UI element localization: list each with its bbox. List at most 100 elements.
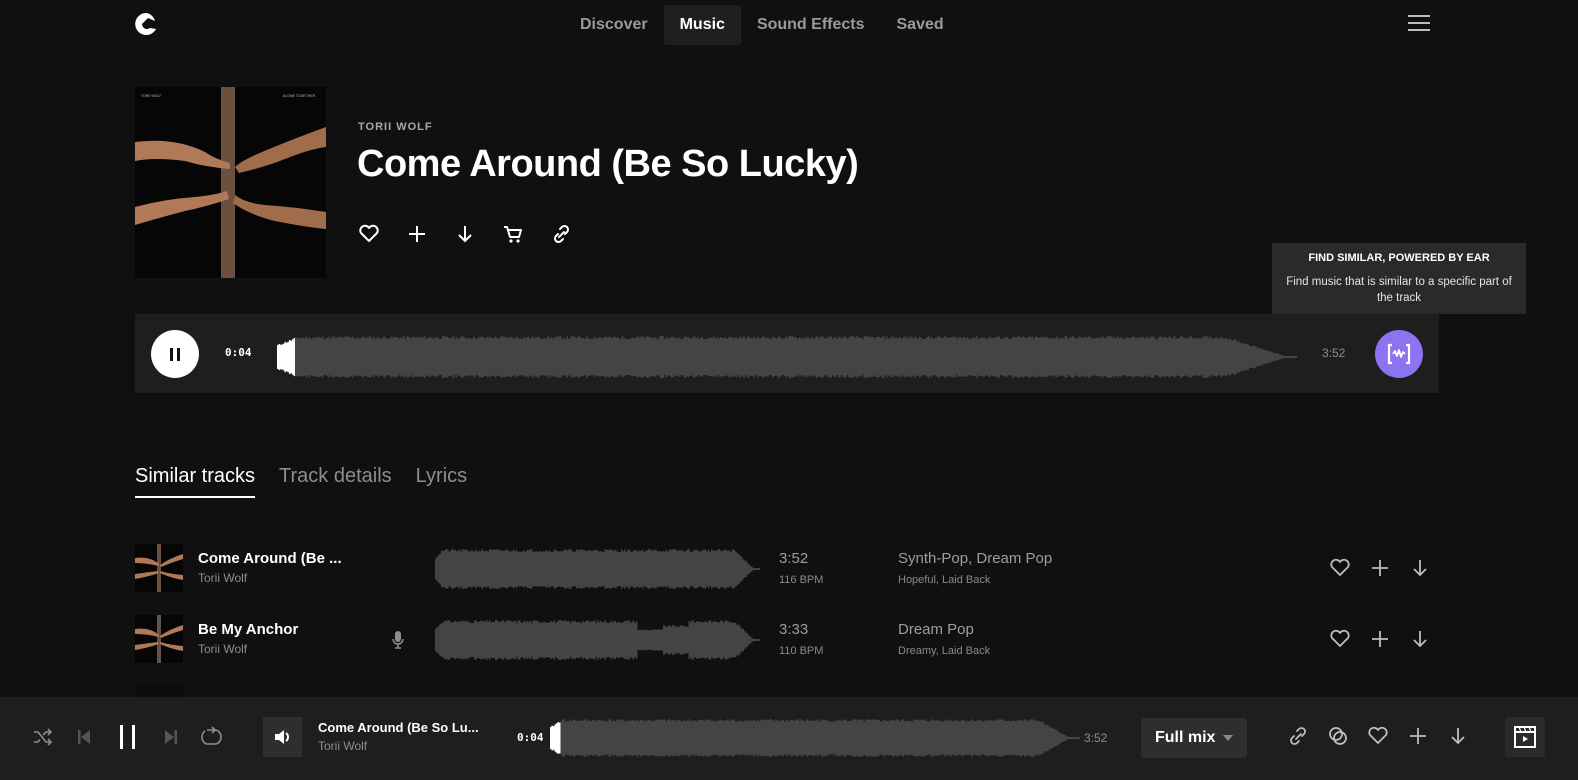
track-thumbnail[interactable] [135, 544, 183, 592]
waveform-bar [377, 336, 379, 378]
waveform-bar [581, 338, 583, 376]
volume-button[interactable] [263, 717, 302, 757]
next-icon[interactable] [164, 728, 178, 746]
waveform-bar [727, 338, 729, 376]
video-button[interactable] [1505, 717, 1545, 757]
link-icon[interactable] [550, 222, 572, 246]
hamburger-icon[interactable] [1408, 15, 1430, 35]
waveform-bar [779, 337, 781, 377]
plus-icon[interactable] [406, 222, 428, 246]
nav-tab-sound-effects[interactable]: Sound Effects [741, 5, 881, 45]
waveform-bar [471, 622, 473, 658]
download-icon[interactable] [454, 222, 476, 246]
waveform-bar [724, 620, 726, 660]
waveform-bar [556, 621, 558, 659]
similar-icon[interactable] [1327, 725, 1349, 747]
waveform-bar [744, 631, 746, 649]
waveform-bar [460, 620, 462, 660]
track-artist-name[interactable]: Torii Wolf [198, 642, 247, 656]
pause-button[interactable] [151, 330, 199, 378]
track-thumbnail[interactable] [135, 615, 183, 663]
waveform-bar [540, 551, 542, 587]
tab-lyrics[interactable]: Lyrics [416, 465, 467, 498]
waveform-bar [988, 337, 990, 377]
waveform-bar [739, 336, 741, 378]
waveform-bar [637, 551, 639, 587]
waveform-bar [443, 336, 445, 378]
waveform-bar [910, 336, 912, 378]
download-icon[interactable] [1447, 725, 1469, 747]
track-waveform[interactable] [435, 549, 760, 589]
waveform-bar [654, 550, 656, 588]
track-artist-name[interactable]: Torii Wolf [198, 571, 247, 585]
waveform-bar [729, 550, 731, 588]
plus-icon[interactable] [1407, 725, 1429, 747]
waveform-bar [556, 723, 558, 753]
waveform[interactable] [277, 336, 1297, 378]
find-similar-button[interactable] [1375, 330, 1423, 378]
nav-tab-music[interactable]: Music [663, 5, 741, 45]
plus-icon[interactable] [1369, 557, 1391, 579]
waveform-bar [1064, 735, 1066, 741]
track-genres[interactable]: Dream Pop [898, 621, 974, 638]
tab-track-details[interactable]: Track details [279, 465, 392, 498]
nav-tab-discover[interactable]: Discover [564, 5, 664, 45]
track-name[interactable]: Be My Anchor [198, 621, 298, 638]
waveform-bar [973, 721, 975, 755]
waveform-bar [450, 550, 452, 588]
waveform-bar [358, 338, 360, 376]
track-genres[interactable]: Synth-Pop, Dream Pop [898, 550, 1052, 567]
link-icon[interactable] [1287, 725, 1309, 747]
waveform-bar [722, 720, 724, 756]
track-moods[interactable]: Hopeful, Laid Back [898, 574, 990, 586]
waveform-bar [562, 719, 564, 757]
waveform-bar [892, 720, 894, 756]
tab-similar-tracks[interactable]: Similar tracks [135, 465, 256, 498]
shuffle-icon[interactable] [32, 726, 54, 748]
waveform-bar [757, 336, 759, 378]
heart-icon[interactable] [1329, 557, 1351, 579]
waveform-bar [683, 720, 685, 756]
waveform-bar [674, 719, 676, 757]
waveform-bar [934, 720, 936, 756]
waveform-bar [436, 626, 438, 654]
waveform-bar [953, 720, 955, 756]
track-artist[interactable]: TORII WOLF [358, 121, 433, 133]
heart-icon[interactable] [1329, 628, 1351, 650]
plus-icon[interactable] [1369, 628, 1391, 650]
waveform-bar [812, 719, 814, 757]
waveform-bar [959, 337, 961, 377]
logo-icon[interactable] [135, 12, 157, 36]
now-playing-artist[interactable]: Torii Wolf [318, 739, 367, 753]
download-icon[interactable] [1409, 628, 1431, 650]
waveform-bar [598, 622, 600, 658]
bottom-waveform[interactable] [550, 719, 1080, 757]
waveform-bar [383, 336, 385, 378]
waveform-bar [785, 336, 787, 378]
track-name[interactable]: Come Around (Be ... [198, 550, 342, 567]
waveform-bar [700, 622, 702, 658]
track-waveform[interactable] [435, 620, 760, 660]
waveform-bar [756, 568, 758, 570]
waveform-bar [349, 337, 351, 377]
waveform-bar [499, 337, 501, 377]
waveform-bar [619, 622, 621, 658]
heart-icon[interactable] [1367, 725, 1389, 747]
repeat-icon[interactable] [199, 725, 223, 749]
now-playing-title[interactable]: Come Around (Be So Lu... [318, 720, 479, 735]
waveform-bar [1276, 353, 1278, 361]
waveform-bar [307, 338, 309, 376]
waveform-bar [652, 549, 654, 589]
cart-icon[interactable] [502, 222, 524, 246]
track-moods[interactable]: Dreamy, Laid Back [898, 645, 990, 657]
waveform-bar [553, 549, 555, 589]
nav-tab-saved[interactable]: Saved [881, 5, 960, 45]
heart-icon[interactable] [358, 222, 380, 246]
waveform-bar [670, 720, 672, 756]
waveform-bar [660, 551, 662, 587]
mix-select[interactable]: Full mix [1141, 718, 1247, 758]
download-icon[interactable] [1409, 557, 1431, 579]
previous-icon[interactable] [77, 728, 91, 746]
pause-icon[interactable] [118, 724, 138, 750]
waveform-bar [337, 336, 339, 378]
